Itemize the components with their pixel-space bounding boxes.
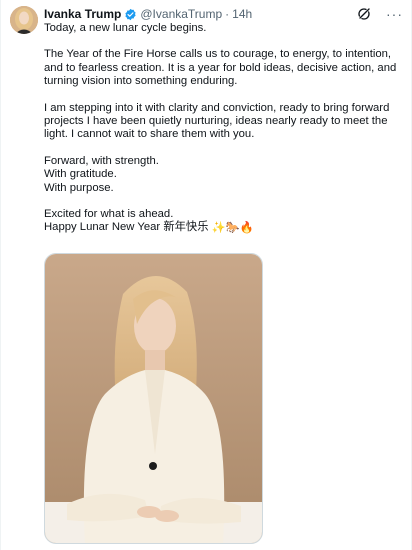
more-options-icon[interactable]: ···: [386, 7, 403, 21]
verified-badge-icon: [124, 8, 137, 21]
tweet-paragraph: I am stepping into it with clarity and c…: [44, 101, 393, 141]
header-separator: ·: [225, 7, 230, 21]
author-display-name[interactable]: Ivanka Trump: [44, 7, 121, 21]
tweet-timestamp[interactable]: 14h: [232, 7, 252, 21]
tweet-text: Today, a new lunar cycle begins. The Yea…: [44, 22, 406, 236]
tweet-line-with-emoji: Happy Lunar New Year 新年快乐 ✨🐎🔥: [44, 221, 406, 235]
tweet-line: With purpose.: [44, 181, 114, 194]
tweet-card[interactable]: Ivanka Trump @IvankaTrump · 14h ··· Toda…: [0, 0, 412, 550]
tweet-line: With gratitude.: [44, 168, 117, 181]
tweet-header: Ivanka Trump @IvankaTrump · 14h: [44, 5, 252, 23]
avatar[interactable]: [10, 6, 38, 34]
grok-icon[interactable]: [356, 6, 372, 22]
author-handle[interactable]: @IvankaTrump: [140, 7, 222, 21]
tweet-line: Excited for what is ahead.: [44, 208, 174, 221]
tweet-photo[interactable]: [44, 253, 263, 544]
header-actions: ···: [356, 6, 403, 22]
tweet-paragraph: The Year of the Fire Horse calls us to c…: [44, 48, 400, 88]
tweet-line: Today, a new lunar cycle begins.: [44, 22, 207, 34]
sparkles-horse-fire-emoji: ✨🐎🔥: [211, 222, 254, 235]
tweet-line: Forward, with strength.: [44, 154, 159, 167]
tweet-line: Happy Lunar New Year 新年快乐: [44, 221, 209, 234]
